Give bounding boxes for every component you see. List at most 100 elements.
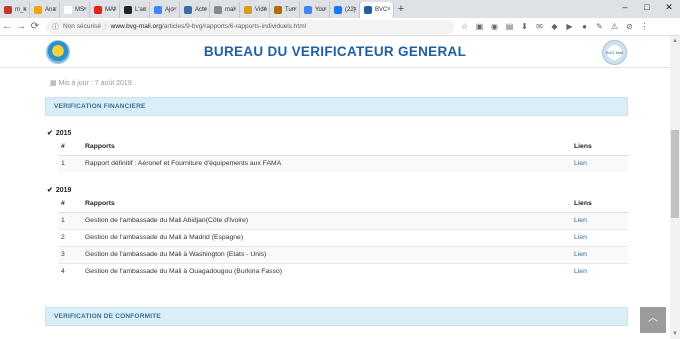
row-number: 1	[58, 211, 85, 229]
page-scrollbar[interactable]: ▲ ▼	[670, 36, 680, 339]
tab-favicon-icon	[214, 6, 222, 14]
year-heading-2015: ✔ 2015	[47, 129, 71, 137]
extension-icon[interactable]: ✉	[535, 22, 544, 31]
new-tab-button[interactable]: +	[394, 2, 408, 18]
bvg-logo[interactable]: BVG-Mali	[602, 40, 627, 65]
star-icon[interactable]: ☆	[460, 22, 469, 31]
check-icon: ✔	[47, 130, 53, 137]
extension-icon[interactable]: ●	[580, 22, 589, 31]
column-header-reports: Rapports	[85, 139, 574, 156]
report-link[interactable]: Lien	[574, 217, 587, 224]
site-title: BUREAU DU VERIFICATEUR GENERAL	[203, 44, 467, 59]
extension-icon[interactable]: ✎	[595, 22, 604, 31]
tab-favicon-icon	[364, 6, 372, 14]
close-tab-icon[interactable]: ×	[233, 6, 237, 13]
back-icon[interactable]: ←	[0, 21, 14, 32]
url-text[interactable]: www.bvg-mali.org/articles/9-bvg/rapports…	[111, 23, 306, 30]
scroll-up-icon[interactable]: ▲	[670, 36, 680, 46]
close-tab-icon[interactable]: ×	[203, 6, 207, 13]
row-number: 1	[58, 154, 85, 172]
browser-tab[interactable]: m_k ×	[0, 2, 30, 18]
back-to-top-button[interactable]: ︿	[640, 307, 666, 333]
browser-tab[interactable]: Acte ×	[180, 2, 210, 18]
section-verification-conformite[interactable]: VERIFICATION DE CONFORMITE	[45, 307, 628, 326]
minimize-button[interactable]: –	[614, 0, 636, 14]
report-title: Gestion de l'ambassade du Mali à Ouagado…	[85, 262, 574, 280]
extension-icon[interactable]: ▣	[475, 22, 484, 31]
table-row: 1 Rapport définitif : Aéronef et Fournit…	[58, 154, 628, 172]
report-link[interactable]: Lien	[574, 160, 587, 167]
scroll-down-icon[interactable]: ▼	[670, 329, 680, 339]
tab-favicon-icon	[304, 6, 312, 14]
tab-favicon-icon	[334, 6, 342, 14]
table-row: 2 Gestion de l'ambassade du Mali à Madri…	[58, 228, 628, 246]
tab-label: BVC	[375, 7, 388, 13]
menu-icon[interactable]: ⋮	[640, 22, 649, 31]
extension-icon[interactable]: ⊘	[625, 22, 634, 31]
extension-icon[interactable]: ⚠	[610, 22, 619, 31]
report-link[interactable]: Lien	[574, 234, 587, 241]
browser-tab[interactable]: BVC ×	[360, 2, 394, 18]
browser-tab[interactable]: Ajo ×	[150, 2, 180, 18]
close-tab-icon[interactable]: ×	[83, 6, 87, 13]
browser-tab[interactable]: You ×	[300, 2, 330, 18]
browser-tab[interactable]: Ana ×	[30, 2, 60, 18]
close-window-button[interactable]: ✕	[658, 0, 680, 14]
info-icon[interactable]: ⓘ	[52, 22, 59, 32]
close-tab-icon[interactable]: ×	[263, 6, 267, 13]
close-tab-icon[interactable]: ×	[293, 6, 297, 13]
close-tab-icon[interactable]: ×	[353, 6, 357, 13]
close-tab-icon[interactable]: ×	[323, 6, 327, 13]
extension-icon[interactable]: ◉	[490, 22, 499, 31]
extension-icon[interactable]: ▶	[565, 22, 574, 31]
browser-tab[interactable]: Vidé ×	[240, 2, 270, 18]
reports-table-2019: # Rapports Liens 1 Gestion de l'ambassad…	[58, 196, 628, 280]
report-title: Gestion de l'ambassade du Mali à Madrid …	[85, 228, 574, 246]
tab-favicon-icon	[154, 6, 162, 14]
close-tab-icon[interactable]: ×	[23, 6, 27, 13]
browser-tab[interactable]: L'ac ×	[120, 2, 150, 18]
close-tab-icon[interactable]: ×	[113, 6, 117, 13]
browser-tab[interactable]: (22) ×	[330, 2, 360, 18]
table-row: 3 Gestion de l'ambassade du Mali à Washi…	[58, 245, 628, 263]
calendar-icon: ▦	[50, 80, 59, 87]
tab-favicon-icon	[244, 6, 252, 14]
report-title: Gestion de l'ambassade du Mali Abidjan(C…	[85, 211, 574, 229]
close-tab-icon[interactable]: ×	[53, 6, 57, 13]
section-verification-financiere[interactable]: VERIFICATION FINANCIERE	[45, 97, 628, 116]
site-header: BUREAU DU VERIFICATEUR GENERAL BVG-Mali	[0, 36, 670, 68]
download-icon[interactable]: ⬇	[520, 22, 529, 31]
check-icon: ✔	[47, 187, 53, 194]
year-label: 2015	[55, 130, 72, 137]
scroll-thumb[interactable]	[671, 130, 679, 218]
url-path: /articles/9-bvg/rapports/6-rapports-indi…	[161, 23, 307, 30]
address-bar[interactable]: ⓘ Non sécurisé | www.bvg-mali.org/articl…	[46, 19, 454, 34]
updated-text: Mis à jour : 7 août 2019	[58, 80, 132, 87]
report-link[interactable]: Lien	[574, 268, 587, 275]
address-separator: |	[104, 23, 107, 30]
browser-tab[interactable]: MS ×	[60, 2, 90, 18]
tab-favicon-icon	[124, 6, 132, 14]
extension-icon[interactable]: ◆	[550, 22, 559, 31]
report-link[interactable]: Lien	[574, 251, 587, 258]
close-tab-icon[interactable]: ×	[173, 6, 177, 13]
tab-favicon-icon	[64, 6, 72, 14]
extension-icon[interactable]: ▤	[505, 22, 514, 31]
table-row: 4 Gestion de l'ambassade du Mali à Ouaga…	[58, 262, 628, 280]
close-tab-icon[interactable]: ×	[387, 6, 391, 13]
reload-icon[interactable]: ⟳	[28, 21, 42, 32]
column-header-num: #	[58, 139, 85, 156]
browser-tab[interactable]: mal ×	[210, 2, 240, 18]
main-content: ▦ Mis à jour : 7 août 2019 VERIFICATION …	[0, 68, 670, 339]
row-number: 2	[58, 228, 85, 246]
tab-favicon-icon	[274, 6, 282, 14]
window-controls: – □ ✕	[614, 0, 680, 14]
maximize-button[interactable]: □	[636, 0, 658, 14]
forward-icon[interactable]: →	[14, 21, 28, 32]
browser-tab[interactable]: MAI ×	[90, 2, 120, 18]
column-header-links: Liens	[574, 139, 628, 156]
updated-date: ▦ Mis à jour : 7 août 2019	[50, 79, 132, 87]
close-tab-icon[interactable]: ×	[143, 6, 147, 13]
tab-favicon-icon	[184, 6, 192, 14]
browser-tab[interactable]: Tun ×	[270, 2, 300, 18]
